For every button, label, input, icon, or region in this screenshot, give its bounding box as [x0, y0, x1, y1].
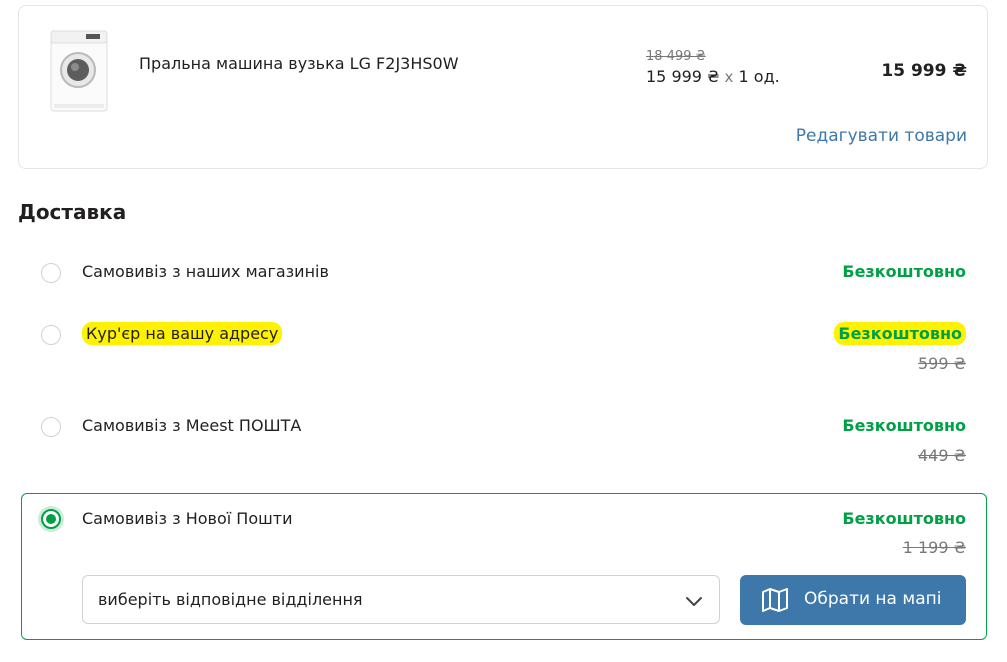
option-label-text: Кур'єр на вашу адресу [82, 322, 283, 345]
product-old-price: 18 499 ₴ [646, 49, 706, 64]
option-label: Кур'єр на вашу адресу [82, 322, 283, 345]
delivery-option-nova-poshta[interactable]: Самовивіз з Нової Пошти Безкоштовно 1 19… [21, 493, 987, 640]
option-label: Самовивіз з наших магазинів [82, 262, 329, 281]
option-old-price: 1 199 ₴ [902, 538, 966, 557]
radio-nova-poshta[interactable] [41, 509, 61, 529]
price-quantity-line: 15 999 ₴ x 1 од. [646, 67, 780, 87]
option-price-free-text: Безкоштовно [834, 322, 966, 345]
delivery-section-title: Доставка [18, 200, 127, 224]
cart-item-card: Пральна машина вузька LG F2J3HS0W 18 499… [18, 5, 988, 169]
option-price-free: Безкоштовно [842, 416, 966, 435]
radio-store-pickup[interactable] [41, 263, 61, 283]
times-sign: x [724, 68, 734, 86]
option-label: Самовивіз з Нової Пошти [82, 509, 293, 528]
option-old-price: 449 ₴ [917, 446, 966, 465]
product-unit-price: 15 999 ₴ [646, 67, 720, 86]
product-name[interactable]: Пральна машина вузька LG F2J3HS0W [139, 54, 459, 74]
option-price-free: Безкоштовно [842, 509, 966, 528]
product-quantity: 1 од. [738, 67, 780, 86]
map-icon [762, 588, 788, 612]
product-total-price: 15 999 ₴ [881, 61, 967, 81]
radio-meest[interactable] [41, 417, 61, 437]
washing-machine-image[interactable] [50, 30, 108, 112]
branch-select[interactable]: виберіть відповідне відділення [82, 575, 720, 624]
choose-on-map-button[interactable]: Обрати на мапі [740, 575, 966, 625]
edit-items-link[interactable]: Редагувати товари [796, 125, 967, 147]
option-price-free: Безкоштовно [834, 322, 966, 345]
chevron-down-icon [686, 597, 702, 606]
choose-on-map-label: Обрати на мапі [804, 589, 942, 609]
radio-courier[interactable] [41, 325, 61, 345]
branch-select-value: виберіть відповідне відділення [98, 590, 363, 609]
option-label: Самовивіз з Meest ПОШТА [82, 416, 302, 435]
option-price-free: Безкоштовно [842, 262, 966, 281]
option-old-price: 599 ₴ [917, 354, 966, 373]
